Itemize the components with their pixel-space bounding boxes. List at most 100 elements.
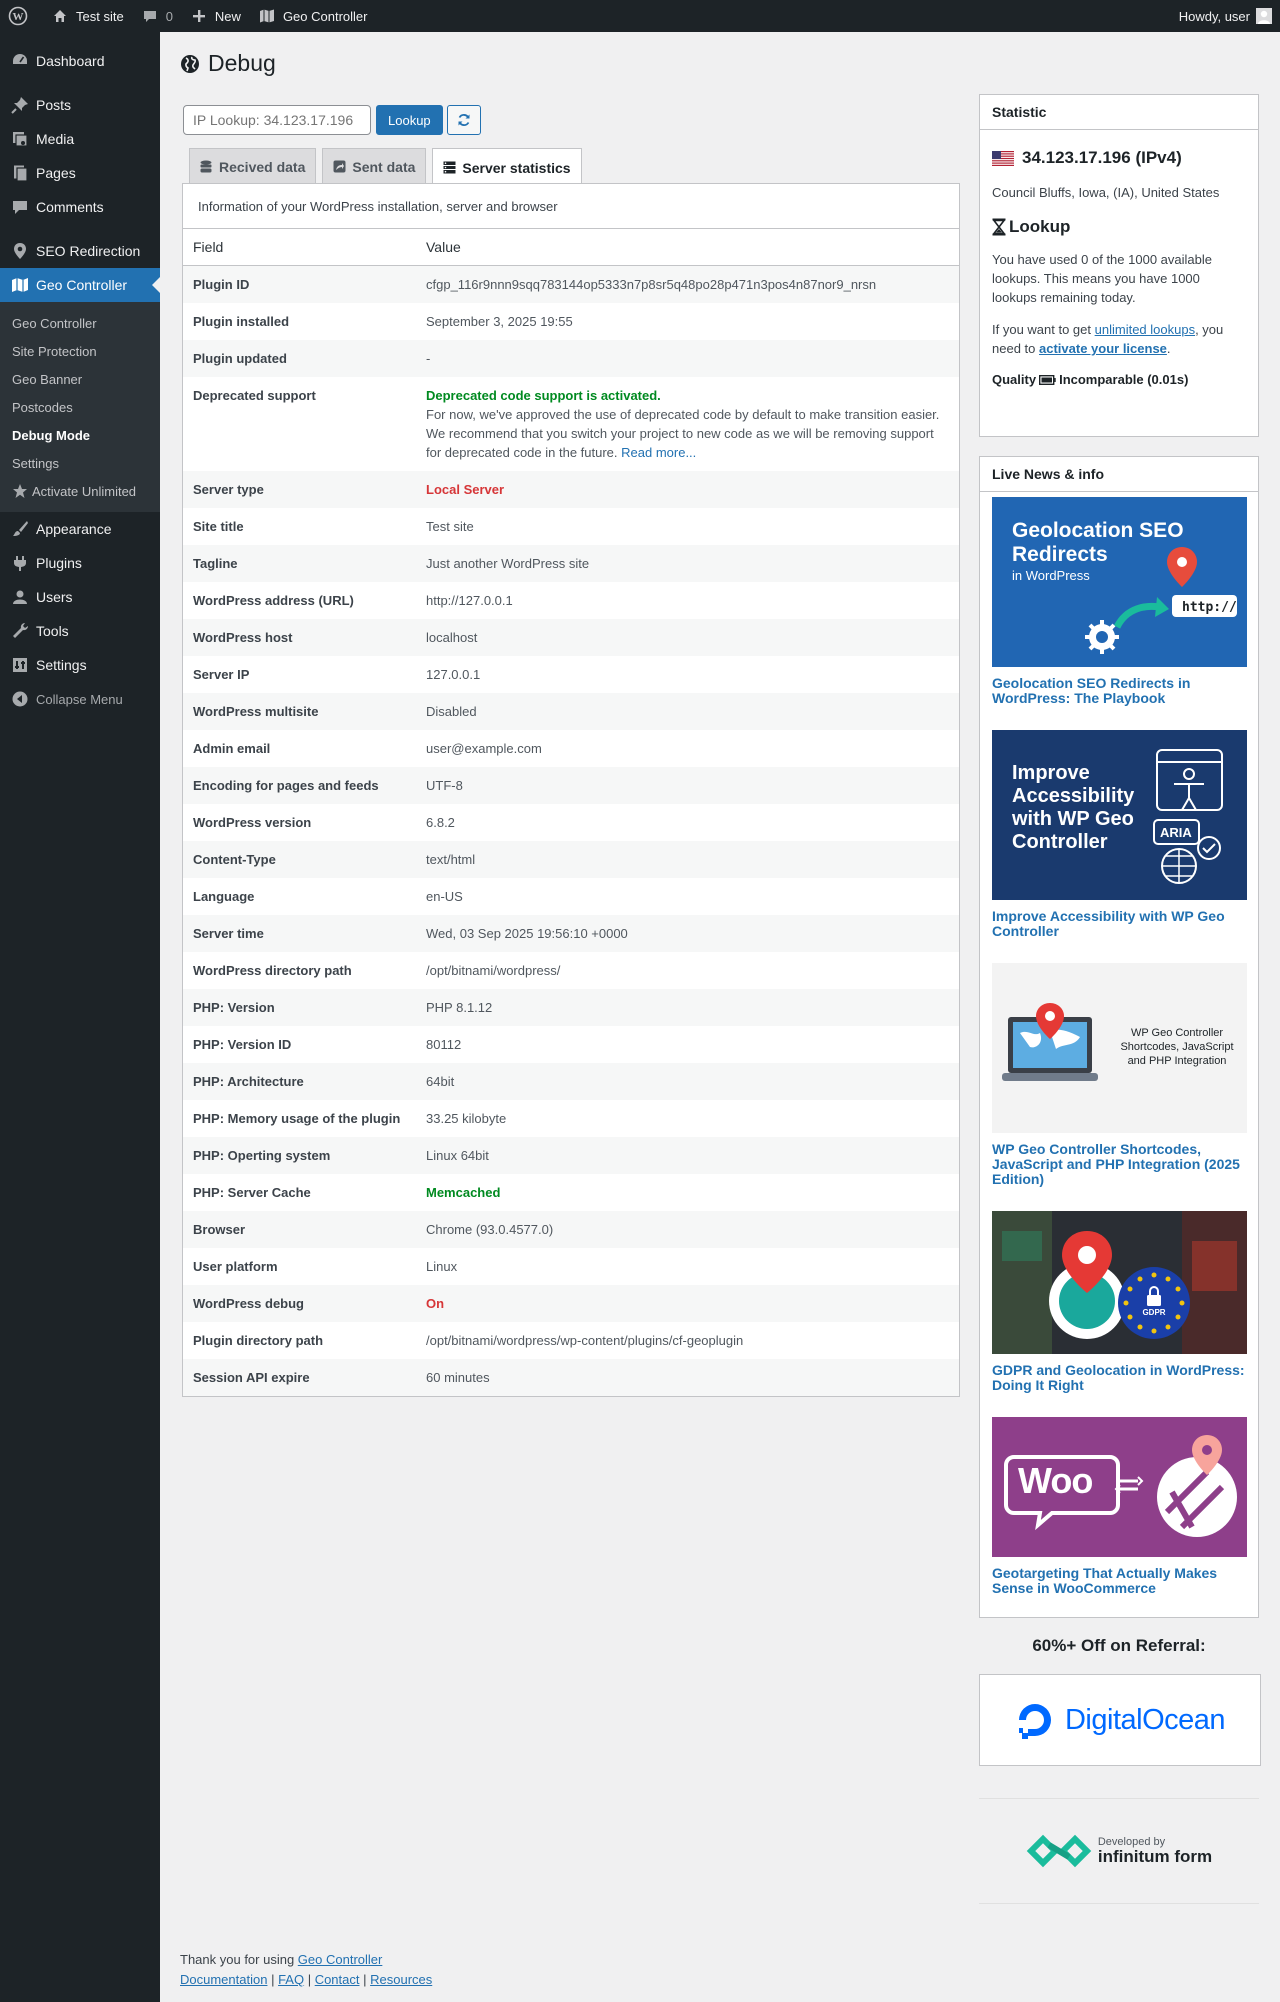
- news-image-woocommerce[interactable]: Woo: [992, 1417, 1247, 1557]
- row-field: Language: [193, 888, 255, 904]
- news-item[interactable]: Improve Accessibility with WP Geo Contro…: [992, 730, 1247, 939]
- tab-server-statistics[interactable]: Server statistics: [432, 148, 582, 186]
- news-item[interactable]: Woo Geotargeting That Actually Makes Sen…: [992, 1417, 1247, 1596]
- menu-label: Posts: [36, 97, 72, 113]
- menu-settings[interactable]: Settings: [0, 648, 160, 682]
- footer-resources-link[interactable]: Resources: [370, 1972, 432, 1987]
- lookup-button[interactable]: Lookup: [376, 105, 443, 135]
- menu-plugins[interactable]: Plugins: [0, 546, 160, 580]
- table-row: Encoding for pages and feeds UTF-8: [183, 766, 959, 804]
- tab-label: Server statistics: [462, 159, 571, 176]
- row-value: /opt/bitnami/wordpress/wp-content/plugin…: [426, 1332, 744, 1348]
- statistic-title: Statistic: [980, 95, 1258, 130]
- submenu-settings[interactable]: Settings: [0, 449, 160, 477]
- news-title-link[interactable]: Improve Accessibility with WP Geo Contro…: [992, 909, 1246, 939]
- statistic-location: Council Bluffs, Iowa, (IA), United State…: [992, 185, 1220, 200]
- news-item[interactable]: GDPR GDPR and Geolocation in WordPress: …: [992, 1211, 1247, 1393]
- table-row: WordPress version 6.8.2: [183, 804, 959, 841]
- row-field: PHP: Operting system: [183, 1136, 416, 1174]
- digitalocean-logo-icon: [1015, 1700, 1055, 1740]
- row-value: Test site: [426, 518, 474, 534]
- developer-credit[interactable]: Developed by infinitum form: [979, 1798, 1259, 1904]
- news-image-seo-redirects[interactable]: Geolocation SEO Redirects in WordPress h…: [992, 497, 1247, 667]
- table-row: PHP: Version ID 80112: [183, 1026, 959, 1063]
- deprecated-status: Deprecated code support is activated.: [426, 387, 661, 403]
- digitalocean-wordmark: DigitalOcean: [1064, 1703, 1226, 1736]
- submenu-debug-mode[interactable]: Debug Mode: [0, 421, 160, 449]
- us-flag-icon: [992, 150, 1014, 166]
- row-value: Linux 64bit: [416, 1136, 959, 1174]
- table-row: PHP: Operting system Linux 64bit: [183, 1136, 959, 1174]
- menu-media[interactable]: Media: [0, 122, 160, 156]
- menu-seo-redirection[interactable]: SEO Redirection: [0, 234, 160, 268]
- hourglass-icon: [992, 218, 1006, 236]
- news-item[interactable]: WP Geo Controller Shortcodes, JavaScript…: [992, 963, 1247, 1187]
- home-icon: [50, 6, 70, 26]
- site-name-link[interactable]: Test site: [42, 0, 132, 32]
- menu-collapse[interactable]: Collapse Menu: [0, 682, 160, 716]
- new-content-link[interactable]: New: [181, 0, 249, 32]
- activate-license-link[interactable]: activate your license: [1039, 341, 1167, 356]
- footer-documentation-link[interactable]: Documentation: [180, 1972, 267, 1987]
- menu-comments[interactable]: Comments: [0, 190, 160, 224]
- menu-users[interactable]: Users: [0, 580, 160, 614]
- row-field: Server IP: [193, 666, 250, 682]
- row-value: Wed, 03 Sep 2025 19:56:10 +0000: [416, 914, 959, 952]
- row-field: PHP: Memory usage of the plugin: [193, 1110, 401, 1126]
- news-image-accessibility[interactable]: Improve Accessibility with WP Geo Contro…: [992, 730, 1247, 900]
- geo-controller-link[interactable]: Geo Controller: [249, 0, 376, 32]
- menu-posts[interactable]: Posts: [0, 88, 160, 122]
- ip-lookup-input[interactable]: [183, 105, 371, 135]
- row-field: PHP: Version ID: [193, 1036, 292, 1052]
- map-icon: [10, 275, 30, 295]
- tab-sent-data[interactable]: Sent data: [322, 148, 427, 184]
- submenu-site-protection[interactable]: Site Protection: [0, 337, 160, 365]
- table-header: Field Value: [183, 229, 959, 266]
- refresh-button[interactable]: [446, 105, 481, 135]
- location-icon: [10, 241, 30, 261]
- comments-link[interactable]: 0: [132, 0, 181, 32]
- news-image-gdpr[interactable]: GDPR: [992, 1211, 1247, 1354]
- news-title-link[interactable]: GDPR and Geolocation in WordPress: Doing…: [992, 1363, 1246, 1393]
- lookup-title: Lookup: [1009, 217, 1071, 236]
- menu-label: Media: [36, 131, 75, 147]
- news-image-shortcodes[interactable]: WP Geo Controller Shortcodes, JavaScript…: [992, 963, 1247, 1133]
- table-row: PHP: Server Cache Memcached: [183, 1174, 959, 1211]
- news-title-link[interactable]: WP Geo Controller Shortcodes, JavaScript…: [992, 1142, 1246, 1187]
- row-field: Plugin directory path: [193, 1332, 324, 1348]
- row-field: Admin email: [193, 740, 271, 756]
- submenu-postcodes[interactable]: Postcodes: [0, 393, 160, 421]
- digitalocean-banner[interactable]: DigitalOcean: [979, 1674, 1261, 1766]
- menu-dashboard[interactable]: Dashboard: [0, 44, 160, 78]
- brush-icon: [10, 519, 30, 539]
- admin-sidebar: Dashboard Posts Media Pages Comments SEO…: [0, 32, 160, 2002]
- menu-geo-controller[interactable]: Geo Controller: [0, 268, 160, 302]
- tab-recived-data[interactable]: Recived data: [189, 148, 317, 184]
- news-item[interactable]: Geolocation SEO Redirects in WordPress h…: [992, 497, 1247, 706]
- tab-label: Recived data: [219, 158, 306, 175]
- footer-faq-link[interactable]: FAQ: [278, 1972, 304, 1987]
- menu-label: Collapse Menu: [36, 691, 123, 707]
- news-title-link[interactable]: Geotargeting That Actually Makes Sense i…: [992, 1566, 1246, 1596]
- user-account-link[interactable]: Howdy, user: [1171, 0, 1280, 32]
- quality-value: Incomparable (0.01s): [1059, 372, 1189, 387]
- footer-contact-link[interactable]: Contact: [315, 1972, 360, 1987]
- row-field: Browser: [183, 1210, 416, 1248]
- server-icon: [443, 161, 457, 175]
- unlimited-lookups-link[interactable]: unlimited lookups: [1095, 322, 1195, 337]
- menu-appearance[interactable]: Appearance: [0, 512, 160, 546]
- submenu-geo-controller[interactable]: Geo Controller: [0, 309, 160, 337]
- quality-row: Quality Incomparable (0.01s): [992, 372, 1246, 387]
- wordpress-logo[interactable]: W: [0, 0, 42, 32]
- row-field: Plugin installed: [193, 313, 290, 329]
- menu-pages[interactable]: Pages: [0, 156, 160, 190]
- submenu-activate-unlimited[interactable]: Activate Unlimited: [0, 477, 160, 505]
- footer-geo-controller-link[interactable]: Geo Controller: [298, 1952, 383, 1967]
- submenu-geo-banner[interactable]: Geo Banner: [0, 365, 160, 393]
- menu-label: Dashboard: [36, 53, 105, 69]
- news-title-link[interactable]: Geolocation SEO Redirects in WordPress: …: [992, 676, 1246, 706]
- menu-tools[interactable]: Tools: [0, 614, 160, 648]
- read-more-link[interactable]: Read more...: [621, 445, 696, 460]
- table-row: Plugin installed September 3, 2025 19:55: [183, 303, 959, 340]
- table-row: Server time Wed, 03 Sep 2025 19:56:10 +00…: [183, 914, 959, 952]
